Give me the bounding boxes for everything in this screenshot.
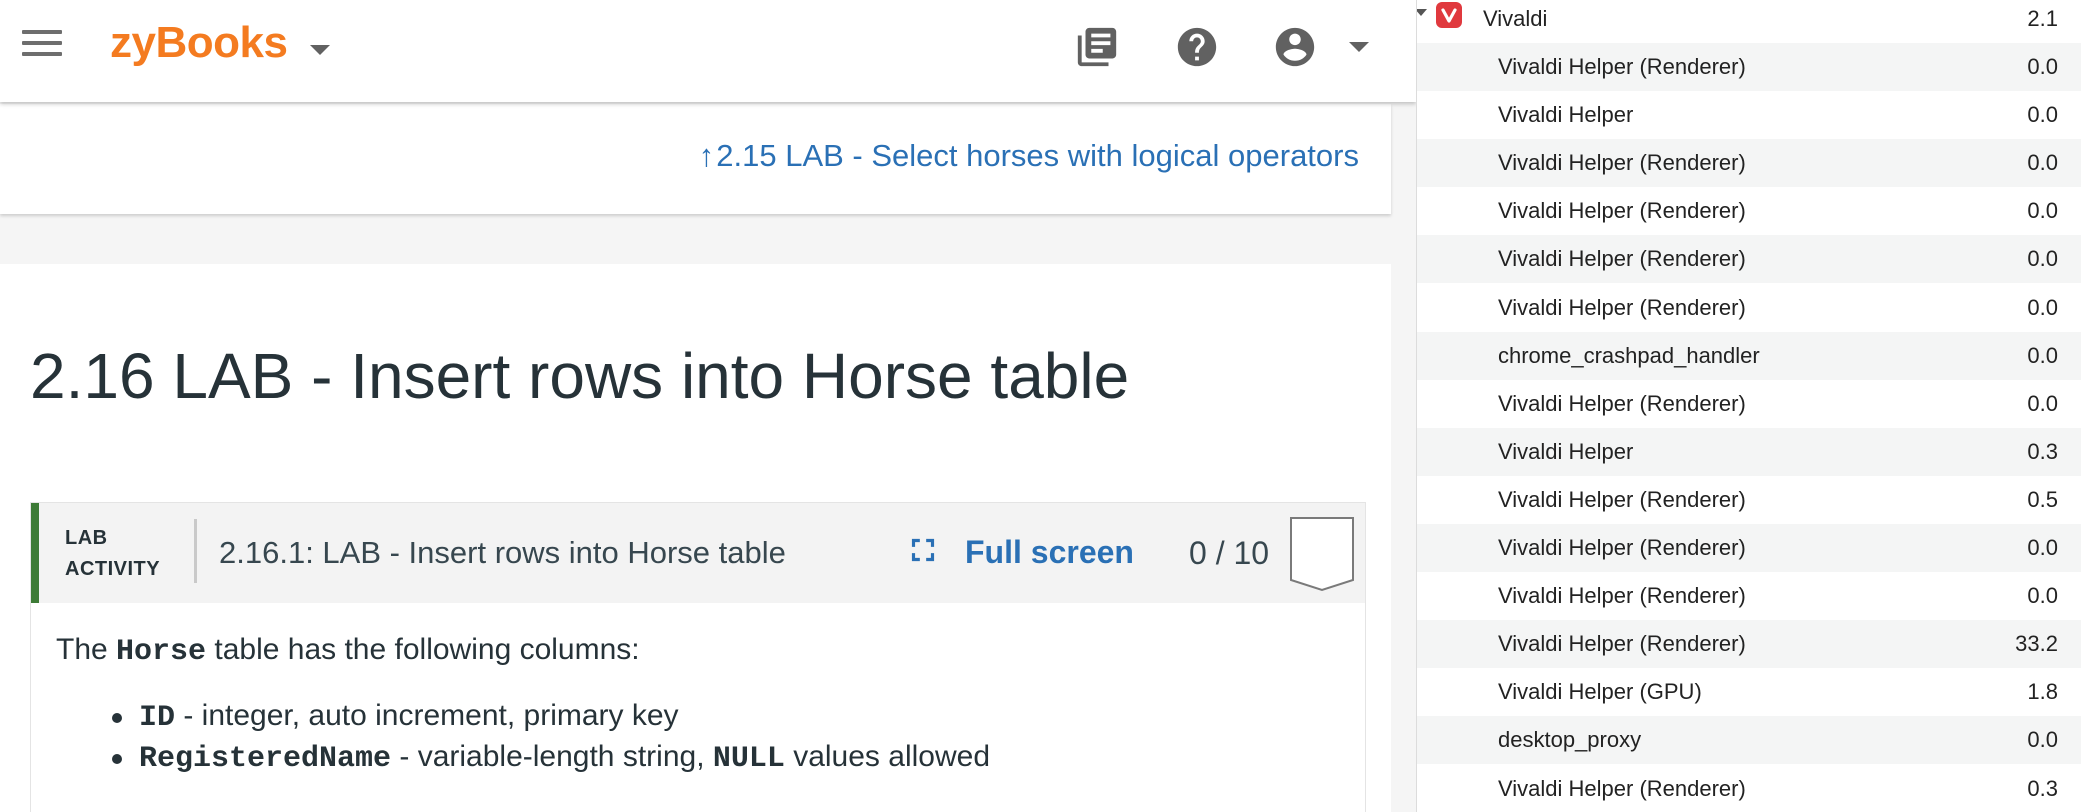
column-name-code: ID — [139, 701, 176, 735]
cpu-value: 0.0 — [2027, 391, 2058, 416]
process-row[interactable]: chrome_crashpad_handler 0.0 — [1417, 332, 2081, 380]
process-row-parent[interactable]: Vivaldi 2.1 — [1417, 0, 2081, 43]
process-name: Vivaldi Helper — [1498, 102, 1634, 127]
activity-type-label: LAB ACTIVITY — [65, 523, 160, 585]
process-row[interactable]: Vivaldi Helper (GPU) 1.8 — [1417, 668, 2081, 716]
cpu-value: 0.0 — [2027, 102, 2058, 127]
process-name: Vivaldi Helper (Renderer) — [1498, 54, 1746, 79]
previous-section-bar: ↑2.15 LAB - Select horses with logical o… — [0, 104, 1391, 214]
previous-section-link[interactable]: ↑2.15 LAB - Select horses with logical o… — [699, 138, 1359, 174]
activity-header: LAB ACTIVITY 2.16.1: LAB - Insert rows i… — [31, 503, 1365, 603]
arrow-up-icon: ↑ — [698, 138, 715, 173]
process-name: Vivaldi Helper (Renderer) — [1498, 246, 1746, 271]
process-name: Vivaldi Helper (Renderer) — [1498, 631, 1746, 656]
process-row[interactable]: Vivaldi Helper 0.3 — [1417, 428, 2081, 476]
activity-monitor-pane: Vivaldi 2.1 Vivaldi Helper (Renderer) 0.0… — [1416, 0, 2081, 812]
header-divider — [194, 519, 197, 583]
cpu-value: 0.3 — [2027, 439, 2058, 464]
section-title: 2.16 LAB - Insert rows into Horse table — [30, 340, 1130, 412]
process-row[interactable]: Vivaldi Helper (Renderer) 0.0 — [1417, 380, 2081, 428]
section-content: 2.16 LAB - Insert rows into Horse table … — [0, 264, 1391, 812]
cpu-value: 0.0 — [2027, 198, 2058, 223]
account-icon[interactable] — [1272, 24, 1318, 70]
cpu-value: 33.2 — [2015, 631, 2058, 656]
menu-icon[interactable] — [22, 30, 62, 58]
process-row[interactable]: Vivaldi Helper (Renderer) 0.0 — [1417, 524, 2081, 572]
process-row[interactable]: desktop_proxy 0.0 — [1417, 716, 2081, 764]
process-name: Vivaldi Helper (Renderer) — [1498, 535, 1746, 560]
column-name-code: RegisteredName — [139, 742, 392, 776]
cpu-value: 0.0 — [2027, 54, 2058, 79]
column-description: - variable-length string, — [391, 740, 713, 773]
process-name: Vivaldi Helper (Renderer) — [1498, 150, 1746, 175]
completion-badge-icon — [1290, 517, 1354, 592]
fullscreen-button[interactable]: Full screen — [965, 534, 1134, 571]
process-name: Vivaldi Helper (GPU) — [1498, 679, 1702, 704]
table-name-code: Horse — [116, 635, 207, 669]
activity-title: 2.16.1: LAB - Insert rows into Horse tab… — [219, 535, 786, 570]
process-row[interactable]: Vivaldi Helper 0.0 — [1417, 91, 2081, 139]
process-row[interactable]: Vivaldi Helper (Renderer) 0.0 — [1417, 139, 2081, 187]
process-row[interactable]: Vivaldi Helper (Renderer) 0.0 — [1417, 187, 2081, 235]
process-name: desktop_proxy — [1498, 727, 1642, 752]
vivaldi-icon — [1436, 2, 1462, 28]
intro-paragraph: The Horse table has the following column… — [56, 633, 1346, 669]
help-icon[interactable] — [1174, 24, 1220, 70]
process-row[interactable]: Vivaldi Helper (Renderer) 33.2 — [1417, 620, 2081, 668]
lab-activity-card: LAB ACTIVITY 2.16.1: LAB - Insert rows i… — [30, 502, 1366, 812]
column-list: ID - integer, auto increment, primary ke… — [56, 699, 1346, 776]
process-name: Vivaldi Helper (Renderer) — [1498, 487, 1746, 512]
cpu-value: 0.0 — [2027, 583, 2058, 608]
zybooks-logo[interactable]: zyBooks — [110, 18, 288, 68]
process-name: Vivaldi Helper (Renderer) — [1498, 391, 1746, 416]
top-app-bar: zyBooks — [0, 0, 1416, 102]
cpu-value: 0.0 — [2027, 246, 2058, 271]
activity-score: 0 / 10 — [1189, 535, 1270, 571]
zybooks-pane: zyBooks ↑2.15 LAB - Select horses with l… — [0, 0, 1416, 812]
disclosure-triangle-icon[interactable] — [1417, 9, 1427, 16]
process-name: Vivaldi Helper (Renderer) — [1498, 295, 1746, 320]
list-item: RegisteredName - variable-length string,… — [112, 740, 1346, 776]
list-item: ID - integer, auto increment, primary ke… — [112, 699, 1346, 735]
cpu-value: 0.0 — [2027, 535, 2058, 560]
cpu-value: 1.8 — [2027, 679, 2058, 704]
account-menu-caret-icon[interactable] — [1349, 42, 1369, 52]
cpu-value: 0.3 — [2027, 776, 2058, 801]
process-row[interactable]: Vivaldi Helper (Renderer) 0.0 — [1417, 572, 2081, 620]
fullscreen-icon[interactable] — [904, 531, 942, 569]
process-name: Vivaldi Helper (Renderer) — [1498, 776, 1746, 801]
activity-description: The Horse table has the following column… — [56, 633, 1346, 781]
cpu-value: 0.0 — [2027, 343, 2058, 368]
process-row[interactable]: Vivaldi Helper (Renderer) 0.0 — [1417, 235, 2081, 283]
intro-text-start: The — [56, 633, 117, 666]
process-row[interactable]: Vivaldi Helper (Renderer) 0.5 — [1417, 476, 2081, 524]
library-icon[interactable] — [1074, 24, 1120, 70]
cpu-value: 0.5 — [2027, 487, 2058, 512]
cpu-value: 0.0 — [2027, 295, 2058, 320]
book-switcher-caret-icon[interactable] — [310, 45, 330, 55]
column-description: - integer, auto increment, primary key — [175, 699, 679, 732]
process-row[interactable]: Vivaldi Helper (Renderer) 0.0 — [1417, 43, 2081, 91]
process-name: Vivaldi Helper — [1498, 439, 1634, 464]
cpu-value: 0.0 — [2027, 727, 2058, 752]
activity-type-line2: ACTIVITY — [65, 558, 161, 580]
process-name: chrome_crashpad_handler — [1498, 343, 1760, 368]
process-name: Vivaldi Helper (Renderer) — [1498, 583, 1746, 608]
process-row[interactable]: Vivaldi Helper (Renderer) 0.0 — [1417, 284, 2081, 332]
process-name: Vivaldi — [1483, 6, 1548, 31]
process-name: Vivaldi Helper (Renderer) — [1498, 198, 1746, 223]
cpu-value: 2.1 — [2027, 6, 2058, 31]
activity-type-line1: LAB — [65, 527, 108, 549]
cpu-value: 0.0 — [2027, 150, 2058, 175]
column-description-tail: values allowed — [784, 740, 990, 773]
process-row[interactable]: Vivaldi Helper (Renderer) 0.3 — [1417, 765, 2081, 812]
previous-section-label: 2.15 LAB - Select horses with logical op… — [716, 138, 1359, 173]
null-keyword-code: NULL — [712, 742, 785, 776]
intro-text-end: table has the following columns: — [206, 633, 640, 666]
